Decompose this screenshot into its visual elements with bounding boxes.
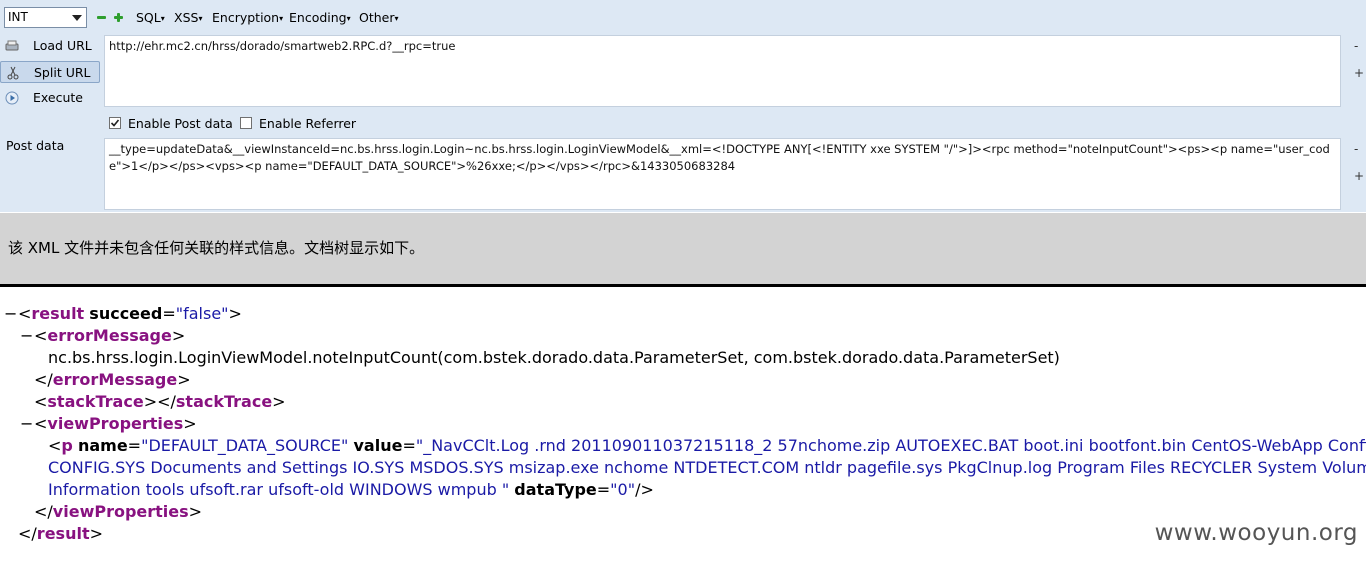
plus-icon[interactable]	[114, 13, 123, 22]
watermark: www.wooyun.org	[1154, 520, 1358, 546]
xml-line-p-open: <p name="DEFAULT_DATA_SOURCE" value="_Na…	[48, 436, 1366, 455]
xml-line-errormessage-close: </errorMessage>	[34, 370, 191, 389]
minus-icon[interactable]	[97, 13, 106, 22]
execute-button[interactable]: Execute	[0, 87, 100, 109]
menu-encryption[interactable]: Encryption▾	[212, 10, 283, 27]
menu-encoding[interactable]: Encoding▾	[289, 10, 351, 27]
post-data-label: Post data	[6, 138, 65, 153]
url-minus-button[interactable]: -	[1354, 39, 1358, 53]
post-plus-button[interactable]: +	[1354, 169, 1364, 183]
xml-line-stacktrace: <stackTrace></stackTrace>	[34, 392, 286, 411]
xml-line-viewproperties-open: − <viewProperties>	[20, 413, 197, 435]
notice-text: 该 XML 文件并未包含任何关联的样式信息。文档树显示如下。	[8, 239, 425, 257]
split-url-button[interactable]: Split URL	[0, 61, 100, 83]
collapse-toggle[interactable]: −	[20, 325, 33, 347]
xml-line-p-value-3: Information tools ufsoft.rar ufsoft-old …	[48, 480, 654, 499]
checkmark-icon	[110, 119, 120, 127]
enable-post-checkbox[interactable]	[109, 117, 121, 129]
load-icon	[5, 40, 19, 51]
scissors-icon	[7, 66, 19, 80]
enable-referrer-label: Enable Referrer	[259, 116, 357, 131]
play-icon	[5, 91, 19, 105]
menu-other[interactable]: Other▾	[359, 10, 399, 27]
xml-line-result-open: − <result succeed="false">	[4, 303, 242, 325]
post-data-textarea[interactable]: __type=updateData&__viewInstanceId=nc.bs…	[104, 138, 1341, 210]
collapse-toggle[interactable]: −	[4, 303, 17, 325]
enable-post-label: Enable Post data	[128, 116, 233, 131]
type-select[interactable]: INT	[4, 7, 87, 28]
menu-xss[interactable]: XSS▾	[174, 10, 202, 27]
menu-sql[interactable]: SQL▾	[136, 10, 165, 27]
url-textarea[interactable]: http://ehr.mc2.cn/hrss/dorado/smartweb2.…	[104, 35, 1341, 107]
type-select-value: INT	[8, 10, 28, 24]
caret-down-icon: ▾	[160, 14, 165, 23]
caret-down-icon: ▾	[279, 14, 284, 23]
hackbar-panel: INT SQL▾ XSS▾ Encryption▾ Encoding▾ Othe…	[0, 0, 1366, 212]
xml-line-errormessage-text: nc.bs.hrss.login.LoginViewModel.noteInpu…	[48, 348, 1060, 367]
load-url-button[interactable]: Load URL	[0, 35, 100, 57]
xml-line-p-value-2: CONFIG.SYS Documents and Settings IO.SYS…	[48, 458, 1366, 477]
caret-down-icon: ▾	[394, 14, 399, 23]
enable-referrer-checkbox[interactable]	[240, 117, 252, 129]
xml-line-errormessage-open: − <errorMessage>	[20, 325, 186, 347]
xml-style-notice: 该 XML 文件并未包含任何关联的样式信息。文档树显示如下。	[0, 213, 1366, 287]
caret-down-icon: ▾	[198, 14, 203, 23]
url-plus-button[interactable]: +	[1354, 66, 1364, 80]
post-minus-button[interactable]: -	[1354, 142, 1358, 156]
chevron-down-icon	[72, 15, 82, 21]
collapse-toggle[interactable]: −	[20, 413, 33, 435]
caret-down-icon: ▾	[346, 14, 351, 23]
